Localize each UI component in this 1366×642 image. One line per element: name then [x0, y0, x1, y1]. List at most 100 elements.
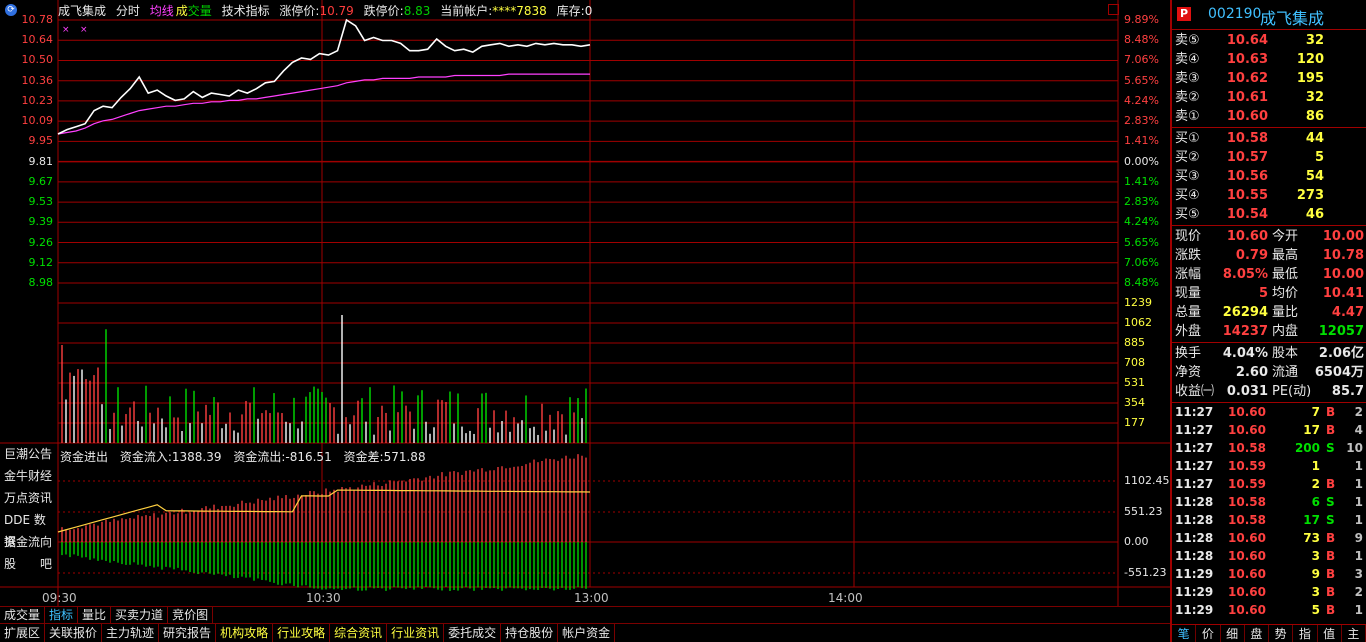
tick-volume: 6: [1311, 495, 1320, 509]
bid-row: 买⑤ 10.54 46: [1172, 205, 1366, 224]
quote-key: 最低: [1272, 267, 1299, 282]
price-tick-label: 9.67: [28, 174, 54, 188]
ask-label: 卖①: [1175, 109, 1200, 124]
tick-row: 11:28 10.60 73 B 9: [1172, 529, 1366, 547]
tick-side: S: [1326, 513, 1335, 527]
bid-label: 买②: [1175, 150, 1200, 165]
tab-holdings[interactable]: 持仓股份: [501, 624, 559, 642]
marker-a: ×: [62, 25, 70, 35]
intraday-chart-area[interactable]: × × ⟳ 成飞集成 分时 均线 成交量 技术指标 涨停价:10.79 跌停价:8.…: [0, 0, 1170, 607]
menu-finance[interactable]: 金牛财经: [4, 465, 56, 487]
tick-side: B: [1326, 549, 1336, 563]
quote-value: 26294: [1222, 305, 1268, 320]
tab-orders[interactable]: 委托成交: [444, 624, 502, 642]
tick-volume: 5: [1311, 603, 1320, 617]
rp-tab-6[interactable]: 值: [1318, 625, 1342, 642]
quote-key: 外盘: [1175, 324, 1202, 339]
tab-buysell[interactable]: 买卖力道: [111, 607, 169, 623]
ask-volume: 120: [1296, 52, 1324, 67]
pct-tick-label: 5.65%: [1124, 235, 1159, 249]
tick-price: 10.60: [1228, 603, 1266, 617]
tab-account[interactable]: 帐户资金: [558, 624, 616, 642]
tab-tech[interactable]: 技术指标: [222, 4, 270, 18]
quote-key: 最高: [1272, 248, 1299, 263]
tick-price: 10.58: [1228, 441, 1266, 455]
p-badge[interactable]: P: [1177, 7, 1191, 21]
limit-up-value: 10.79: [319, 4, 354, 18]
ask-price: 10.61: [1226, 90, 1268, 105]
bid-volume: 273: [1296, 188, 1324, 203]
fundamental-key: 净资: [1175, 365, 1202, 380]
ask-volume: 32: [1305, 90, 1324, 105]
rp-tab-5[interactable]: 指: [1293, 625, 1318, 642]
tab-auction[interactable]: 竞价图: [168, 607, 214, 623]
bid-row: 买③ 10.56 54: [1172, 167, 1366, 186]
tab-inst[interactable]: 机构攻略: [216, 624, 274, 642]
pct-tick-label: 8.48%: [1124, 33, 1159, 47]
tab-volratio[interactable]: 量比: [78, 607, 112, 623]
price-line: [57, 18, 591, 135]
fundamental-value: 0.031: [1226, 384, 1268, 399]
tab-ext[interactable]: 扩展区: [0, 624, 46, 642]
flow-title: 资金进出: [60, 450, 109, 464]
quote-row: 现价 10.60 今开 10.00: [1172, 227, 1366, 246]
tick-volume: 17: [1303, 513, 1320, 527]
tab-indicator[interactable]: 指标: [45, 607, 79, 623]
quote-value: 14237: [1222, 324, 1268, 339]
tab-industry-news[interactable]: 行业资讯: [387, 624, 445, 642]
bid-price: 10.56: [1226, 169, 1268, 184]
menu-fundflow[interactable]: 资金流向: [4, 531, 56, 553]
tab-minute[interactable]: 分时: [116, 4, 140, 18]
flow-tick-label: 551.23: [1124, 505, 1163, 518]
tab-main-track[interactable]: 主力轨迹: [102, 624, 160, 642]
menu-announcement[interactable]: 巨潮公告: [4, 443, 56, 465]
limit-down-value: 8.83: [403, 4, 431, 18]
pct-tick-label: 8.48%: [1124, 276, 1159, 289]
tick-row: 11:29 10.60 3 B 2: [1172, 583, 1366, 601]
chart-header: 成飞集成 分时 均线 成交量 技术指标 涨停价:10.79 跌停价:8.83 当前…: [58, 3, 598, 19]
tab-related[interactable]: 关联报价: [45, 624, 103, 642]
ask-label: 卖④: [1175, 52, 1200, 67]
tab-general-news[interactable]: 综合资讯: [330, 624, 388, 642]
ask-label: 卖⑤: [1175, 33, 1200, 48]
price-tick-label: 10.78: [21, 13, 54, 26]
volume-tick-label: 885: [1124, 336, 1145, 349]
tick-count: 9: [1354, 531, 1363, 545]
quote-value: 10.41: [1322, 286, 1364, 301]
fundamental-stats: 换手 4.04% 股本 2.06亿 净资 2.60 流通 6504万 收益㈠ 0.031 PE(动)…: [1172, 343, 1366, 403]
tick-price: 10.60: [1228, 531, 1266, 545]
quote-panel: P 002190 成飞集成 卖⑤ 10.64 32 卖④ 10.63 120 卖③ 10.62…: [1170, 0, 1366, 642]
fundamental-key: 股本: [1272, 346, 1299, 361]
rp-tab-7[interactable]: 主: [1342, 625, 1366, 642]
tab-volume[interactable]: 成交量: [0, 607, 46, 623]
chart-canvas[interactable]: × ×: [0, 0, 1170, 607]
tick-count: 10: [1346, 441, 1363, 455]
menu-forum[interactable]: 股 吧: [4, 553, 56, 575]
quote-key: 涨跌: [1175, 248, 1202, 263]
bid-price: 10.58: [1226, 131, 1268, 146]
quote-row: 外盘 14237 内盘 12057: [1172, 322, 1366, 341]
ask-book: 卖⑤ 10.64 32 卖④ 10.63 120 卖③ 10.62 195 卖② 10.61 32 卖①…: [1172, 30, 1366, 128]
tick-count: 1: [1354, 477, 1363, 491]
legend-vol-a: 成: [175, 4, 188, 18]
tick-count: 1: [1354, 495, 1363, 509]
menu-news[interactable]: 万点资讯: [4, 487, 56, 509]
tab-research[interactable]: 研究报告: [159, 624, 217, 642]
menu-dde[interactable]: DDE 数据: [4, 509, 56, 549]
tick-time: 11:29: [1175, 603, 1214, 617]
fundamental-row: 净资 2.60 流通 6504万: [1172, 363, 1366, 382]
maximize-icon[interactable]: [1108, 4, 1119, 15]
volume-tick-label: 177: [1124, 416, 1145, 429]
pct-tick-label: 2.83%: [1124, 114, 1159, 128]
ask-price: 10.62: [1226, 71, 1268, 86]
rp-tab-3[interactable]: 盘: [1245, 625, 1269, 642]
ask-price: 10.60: [1226, 109, 1268, 124]
tick-row: 11:28 10.58 17 S 1: [1172, 511, 1366, 529]
rp-tab-0[interactable]: 笔: [1172, 625, 1197, 642]
rp-tab-4[interactable]: 势: [1269, 625, 1294, 642]
bid-volume: 54: [1305, 169, 1324, 184]
rp-tab-1[interactable]: 价: [1196, 625, 1221, 642]
tick-volume: 9: [1311, 567, 1320, 581]
rp-tab-2[interactable]: 细: [1221, 625, 1245, 642]
tab-industry[interactable]: 行业攻略: [273, 624, 331, 642]
